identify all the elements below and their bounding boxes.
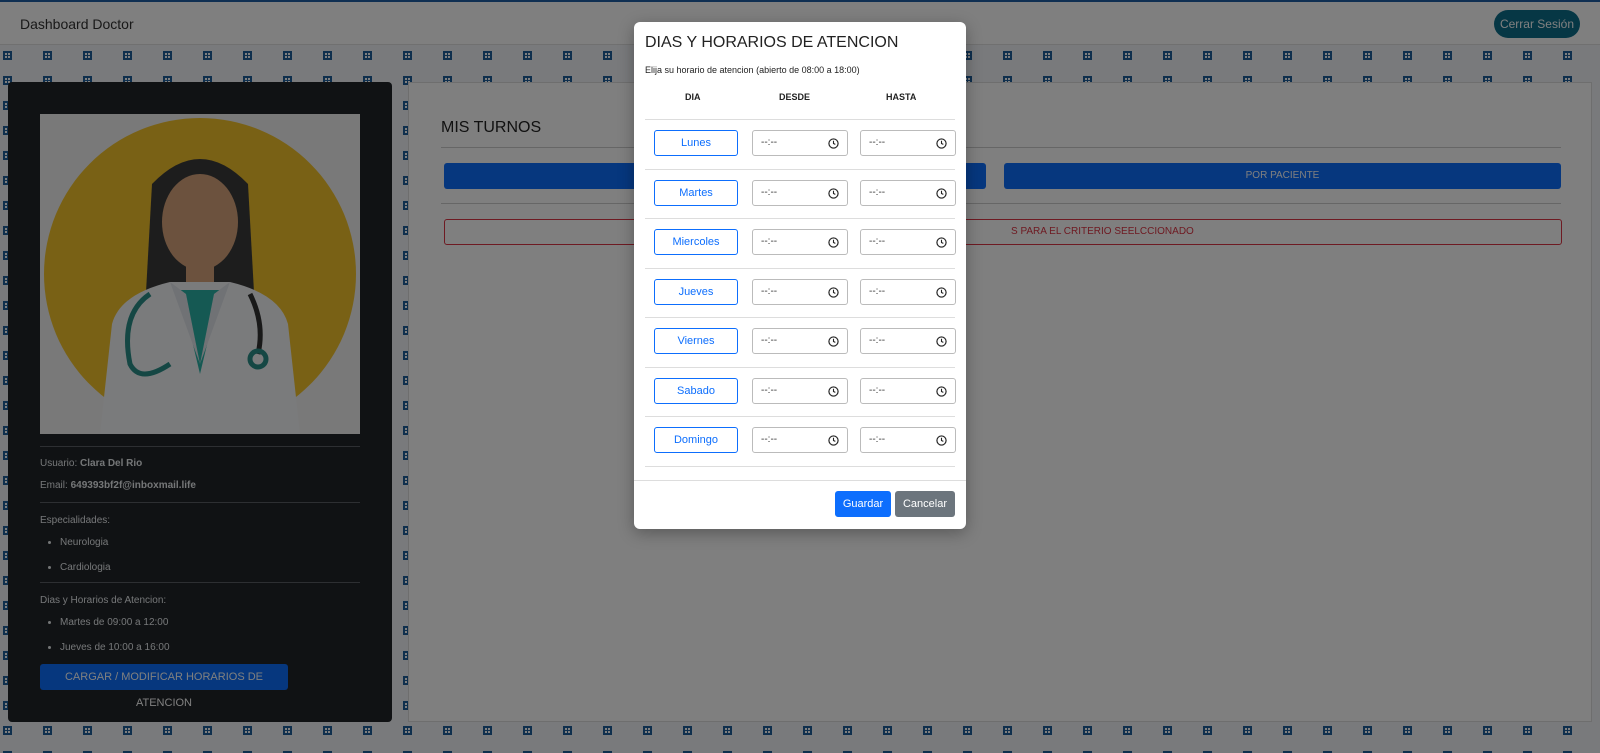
clock-icon[interactable] xyxy=(936,435,947,446)
row-divider xyxy=(645,366,955,368)
time-placeholder: --:-- xyxy=(761,335,778,346)
time-placeholder: --:-- xyxy=(869,236,886,247)
to-time-input[interactable]: --:-- xyxy=(860,130,956,156)
clock-icon[interactable] xyxy=(828,385,839,397)
to-time-input[interactable]: --:-- xyxy=(860,229,956,255)
clock-icon[interactable] xyxy=(828,336,839,347)
row-divider xyxy=(645,465,955,467)
time-placeholder: --:-- xyxy=(761,186,778,198)
clock-icon[interactable] xyxy=(936,336,947,347)
time-placeholder: --:-- xyxy=(761,384,778,396)
time-placeholder: --:-- xyxy=(761,137,778,148)
row-divider xyxy=(645,317,955,318)
clock-icon[interactable] xyxy=(936,385,947,397)
day-button[interactable]: Domingo xyxy=(654,427,738,453)
from-time-input[interactable]: --:-- xyxy=(752,377,848,404)
from-time-input[interactable]: --:-- xyxy=(752,278,848,305)
clock-icon[interactable] xyxy=(828,435,839,446)
clock-icon[interactable] xyxy=(936,237,947,248)
day-button[interactable]: Martes xyxy=(654,179,738,206)
time-placeholder: --:-- xyxy=(869,285,886,297)
time-placeholder: --:-- xyxy=(869,434,886,445)
clock-icon[interactable] xyxy=(828,286,839,298)
time-placeholder: --:-- xyxy=(869,186,886,198)
row-divider xyxy=(645,218,955,219)
row-divider xyxy=(645,416,955,417)
clock-icon[interactable] xyxy=(936,138,947,149)
day-button[interactable]: Jueves xyxy=(654,278,738,305)
modal-footer-divider xyxy=(634,480,966,481)
clock-icon[interactable] xyxy=(828,187,839,199)
column-header-day: DIA xyxy=(685,92,701,102)
time-placeholder: --:-- xyxy=(869,335,886,346)
row-divider xyxy=(645,267,955,269)
to-time-input[interactable]: --:-- xyxy=(860,278,956,305)
time-placeholder: --:-- xyxy=(761,236,778,247)
day-button[interactable]: Miercoles xyxy=(654,229,738,255)
time-placeholder: --:-- xyxy=(761,434,778,445)
from-time-input[interactable]: --:-- xyxy=(752,229,848,255)
from-time-input[interactable]: --:-- xyxy=(752,179,848,206)
day-button[interactable]: Sabado xyxy=(654,377,738,404)
schedule-modal: DIAS Y HORARIOS DE ATENCION Elija su hor… xyxy=(634,22,966,529)
cancel-button[interactable]: Cancelar xyxy=(895,491,955,517)
time-placeholder: --:-- xyxy=(869,137,886,148)
to-time-input[interactable]: --:-- xyxy=(860,179,956,206)
modal-title: DIAS Y HORARIOS DE ATENCION xyxy=(645,34,899,51)
time-placeholder: --:-- xyxy=(869,384,886,396)
row-divider xyxy=(645,119,955,120)
clock-icon[interactable] xyxy=(828,138,839,149)
to-time-input[interactable]: --:-- xyxy=(860,377,956,404)
save-button[interactable]: Guardar xyxy=(835,491,891,517)
clock-icon[interactable] xyxy=(936,187,947,199)
clock-icon[interactable] xyxy=(828,237,839,248)
column-header-to: HASTA xyxy=(886,92,917,102)
time-placeholder: --:-- xyxy=(761,285,778,297)
to-time-input[interactable]: --:-- xyxy=(860,328,956,354)
from-time-input[interactable]: --:-- xyxy=(752,130,848,156)
column-header-from: DESDE xyxy=(779,92,811,102)
row-divider xyxy=(645,168,955,170)
day-button[interactable]: Viernes xyxy=(654,328,738,354)
modal-subtitle: Elija su horario de atencion (abierto de… xyxy=(645,65,860,75)
clock-icon[interactable] xyxy=(936,286,947,298)
from-time-input[interactable]: --:-- xyxy=(752,328,848,354)
from-time-input[interactable]: --:-- xyxy=(752,427,848,453)
to-time-input[interactable]: --:-- xyxy=(860,427,956,453)
day-button[interactable]: Lunes xyxy=(654,130,738,156)
